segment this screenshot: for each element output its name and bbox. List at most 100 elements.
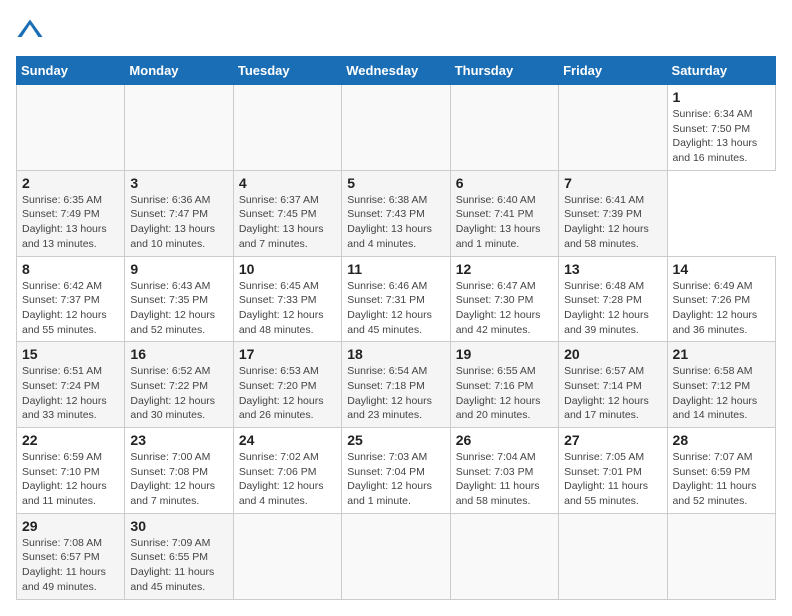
day-number: 20 — [564, 346, 661, 362]
day-number: 30 — [130, 518, 227, 534]
header-row: SundayMondayTuesdayWednesdayThursdayFrid… — [17, 57, 776, 85]
day-cell-4: 4 Sunrise: 6:37 AMSunset: 7:45 PMDaylight… — [233, 170, 341, 256]
empty-cell — [125, 85, 233, 171]
day-info: Sunrise: 6:38 AMSunset: 7:43 PMDaylight:… — [347, 193, 444, 252]
day-info: Sunrise: 6:54 AMSunset: 7:18 PMDaylight:… — [347, 364, 444, 423]
day-cell-20: 20Sunrise: 6:57 AMSunset: 7:14 PMDayligh… — [559, 342, 667, 428]
week-row-2: 2Sunrise: 6:35 AMSunset: 7:49 PMDaylight… — [17, 170, 776, 256]
day-cell-25: 25 Sunrise: 7:03 AMSunset: 7:04 PMDayligh… — [342, 428, 450, 514]
week-row-5: 22 Sunrise: 6:59 AMSunset: 7:10 PMDayligh… — [17, 428, 776, 514]
day-info: Sunrise: 6:51 AMSunset: 7:24 PMDaylight:… — [22, 364, 119, 423]
day-info: Sunrise: 6:48 AMSunset: 7:28 PMDaylight:… — [564, 279, 661, 338]
day-number: 5 — [347, 175, 444, 191]
day-cell-17: 17 Sunrise: 6:53 AMSunset: 7:20 PMDayligh… — [233, 342, 341, 428]
day-cell-29: 29 Sunrise: 7:08 AMSunset: 6:57 PMDayligh… — [17, 513, 125, 599]
day-info: Sunrise: 7:03 AMSunset: 7:04 PMDaylight:… — [347, 450, 444, 509]
day-info: Sunrise: 6:47 AMSunset: 7:30 PMDaylight:… — [456, 279, 553, 338]
day-cell-11: 11 Sunrise: 6:46 AMSunset: 7:31 PMDayligh… — [342, 256, 450, 342]
empty-cell — [450, 513, 558, 599]
day-info: Sunrise: 6:37 AMSunset: 7:45 PMDaylight:… — [239, 193, 336, 252]
calendar-body: 1 Sunrise: 6:34 AMSunset: 7:50 PMDaylight… — [17, 85, 776, 600]
day-number: 29 — [22, 518, 119, 534]
day-number: 10 — [239, 261, 336, 277]
day-number: 26 — [456, 432, 553, 448]
day-number: 13 — [564, 261, 661, 277]
day-info: Sunrise: 6:34 AMSunset: 7:50 PMDaylight:… — [673, 107, 770, 166]
day-info: Sunrise: 6:55 AMSunset: 7:16 PMDaylight:… — [456, 364, 553, 423]
day-cell-15: 15 Sunrise: 6:51 AMSunset: 7:24 PMDayligh… — [17, 342, 125, 428]
day-number: 18 — [347, 346, 444, 362]
day-cell-22: 22 Sunrise: 6:59 AMSunset: 7:10 PMDayligh… — [17, 428, 125, 514]
day-number: 15 — [22, 346, 119, 362]
empty-cell — [233, 85, 341, 171]
day-cell-26: 26 Sunrise: 7:04 AMSunset: 7:03 PMDayligh… — [450, 428, 558, 514]
day-info: Sunrise: 6:59 AMSunset: 7:10 PMDaylight:… — [22, 450, 119, 509]
day-number: 27 — [564, 432, 661, 448]
day-number: 1 — [673, 89, 770, 105]
empty-cell — [342, 85, 450, 171]
day-number: 7 — [564, 175, 661, 191]
day-number: 6 — [456, 175, 553, 191]
header-cell-saturday: Saturday — [667, 57, 775, 85]
day-cell-30: 30Sunrise: 7:09 AMSunset: 6:55 PMDayligh… — [125, 513, 233, 599]
day-cell-3: 3 Sunrise: 6:36 AMSunset: 7:47 PMDaylight… — [125, 170, 233, 256]
week-row-1: 1 Sunrise: 6:34 AMSunset: 7:50 PMDaylight… — [17, 85, 776, 171]
day-number: 23 — [130, 432, 227, 448]
day-number: 21 — [673, 346, 770, 362]
day-info: Sunrise: 6:53 AMSunset: 7:20 PMDaylight:… — [239, 364, 336, 423]
header-cell-monday: Monday — [125, 57, 233, 85]
day-info: Sunrise: 6:41 AMSunset: 7:39 PMDaylight:… — [564, 193, 661, 252]
header-cell-friday: Friday — [559, 57, 667, 85]
day-cell-14: 14Sunrise: 6:49 AMSunset: 7:26 PMDayligh… — [667, 256, 775, 342]
day-number: 9 — [130, 261, 227, 277]
day-info: Sunrise: 7:04 AMSunset: 7:03 PMDaylight:… — [456, 450, 553, 509]
day-number: 4 — [239, 175, 336, 191]
day-cell-5: 5 Sunrise: 6:38 AMSunset: 7:43 PMDaylight… — [342, 170, 450, 256]
day-number: 25 — [347, 432, 444, 448]
day-info: Sunrise: 6:36 AMSunset: 7:47 PMDaylight:… — [130, 193, 227, 252]
day-cell-10: 10 Sunrise: 6:45 AMSunset: 7:33 PMDayligh… — [233, 256, 341, 342]
day-number: 22 — [22, 432, 119, 448]
empty-cell — [17, 85, 125, 171]
day-cell-19: 19 Sunrise: 6:55 AMSunset: 7:16 PMDayligh… — [450, 342, 558, 428]
day-info: Sunrise: 6:58 AMSunset: 7:12 PMDaylight:… — [673, 364, 770, 423]
day-info: Sunrise: 6:49 AMSunset: 7:26 PMDaylight:… — [673, 279, 770, 338]
day-info: Sunrise: 7:08 AMSunset: 6:57 PMDaylight:… — [22, 536, 119, 595]
header-cell-wednesday: Wednesday — [342, 57, 450, 85]
day-info: Sunrise: 6:43 AMSunset: 7:35 PMDaylight:… — [130, 279, 227, 338]
day-number: 2 — [22, 175, 119, 191]
day-info: Sunrise: 7:00 AMSunset: 7:08 PMDaylight:… — [130, 450, 227, 509]
day-number: 17 — [239, 346, 336, 362]
calendar-table: SundayMondayTuesdayWednesdayThursdayFrid… — [16, 56, 776, 600]
day-cell-27: 27 Sunrise: 7:05 AMSunset: 7:01 PMDayligh… — [559, 428, 667, 514]
day-cell-18: 18 Sunrise: 6:54 AMSunset: 7:18 PMDayligh… — [342, 342, 450, 428]
day-info: Sunrise: 7:07 AMSunset: 6:59 PMDaylight:… — [673, 450, 770, 509]
header-cell-tuesday: Tuesday — [233, 57, 341, 85]
header — [16, 16, 776, 44]
day-number: 28 — [673, 432, 770, 448]
logo — [16, 16, 48, 44]
day-number: 24 — [239, 432, 336, 448]
day-cell-24: 24 Sunrise: 7:02 AMSunset: 7:06 PMDayligh… — [233, 428, 341, 514]
day-number: 19 — [456, 346, 553, 362]
day-number: 3 — [130, 175, 227, 191]
day-cell-21: 21 Sunrise: 6:58 AMSunset: 7:12 PMDayligh… — [667, 342, 775, 428]
day-cell-13: 13 Sunrise: 6:48 AMSunset: 7:28 PMDayligh… — [559, 256, 667, 342]
day-cell-9: 9 Sunrise: 6:43 AMSunset: 7:35 PMDaylight… — [125, 256, 233, 342]
day-cell-28: 28 Sunrise: 7:07 AMSunset: 6:59 PMDayligh… — [667, 428, 775, 514]
day-info: Sunrise: 6:46 AMSunset: 7:31 PMDaylight:… — [347, 279, 444, 338]
empty-cell — [559, 85, 667, 171]
day-info: Sunrise: 6:45 AMSunset: 7:33 PMDaylight:… — [239, 279, 336, 338]
day-cell-2: 2Sunrise: 6:35 AMSunset: 7:49 PMDaylight… — [17, 170, 125, 256]
empty-cell — [559, 513, 667, 599]
day-info: Sunrise: 7:02 AMSunset: 7:06 PMDaylight:… — [239, 450, 336, 509]
empty-cell — [342, 513, 450, 599]
week-row-6: 29 Sunrise: 7:08 AMSunset: 6:57 PMDayligh… — [17, 513, 776, 599]
day-info: Sunrise: 7:05 AMSunset: 7:01 PMDaylight:… — [564, 450, 661, 509]
day-number: 12 — [456, 261, 553, 277]
day-cell-23: 23 Sunrise: 7:00 AMSunset: 7:08 PMDayligh… — [125, 428, 233, 514]
day-cell-8: 8Sunrise: 6:42 AMSunset: 7:37 PMDaylight… — [17, 256, 125, 342]
day-cell-1: 1 Sunrise: 6:34 AMSunset: 7:50 PMDaylight… — [667, 85, 775, 171]
day-number: 11 — [347, 261, 444, 277]
day-cell-12: 12 Sunrise: 6:47 AMSunset: 7:30 PMDayligh… — [450, 256, 558, 342]
